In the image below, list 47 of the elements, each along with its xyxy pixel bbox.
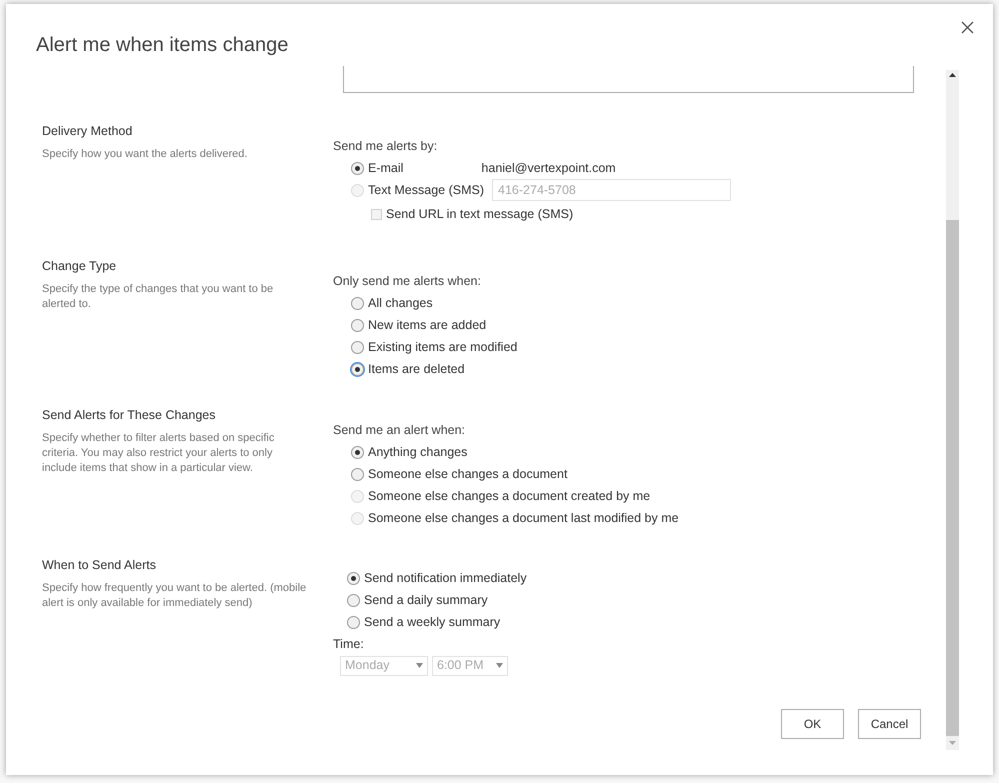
- option-label: Someone else changes a document: [368, 466, 568, 483]
- option-label: Anything changes: [368, 444, 468, 461]
- radio-button[interactable]: [347, 616, 360, 628]
- option-label: Someone else changes a document created by me: [368, 488, 650, 505]
- text-area[interactable]: [343, 66, 914, 93]
- option-label: Existing items are modified: [368, 338, 518, 356]
- scroll-up-icon[interactable]: [949, 73, 956, 77]
- radio-button[interactable]: [347, 572, 360, 584]
- scrollbar[interactable]: [946, 70, 959, 750]
- section-description: Specify how frequently you want to be alerted. (mobile alert is only available for immediately send): [42, 580, 308, 611]
- option-label: Items are deleted: [368, 360, 465, 378]
- radio-button[interactable]: [351, 340, 364, 354]
- option-label: All changes: [368, 294, 433, 312]
- option-label: New items are added: [368, 316, 486, 334]
- section-title: Send Alerts for These Changes: [42, 407, 216, 424]
- option-label: Text Message (SMS): [368, 182, 484, 199]
- section-description: Specify how you want the alerts delivered.: [42, 146, 248, 162]
- option-label: Send a daily summary: [364, 592, 488, 609]
- option-label: E-mail: [368, 160, 404, 177]
- radio-button[interactable]: [351, 362, 364, 376]
- dialog-button[interactable]: Cancel: [858, 709, 921, 739]
- prompt-label: Only send me alerts when:: [333, 272, 482, 290]
- option-label: Send a weekly summary: [364, 614, 500, 631]
- email-address: haniel@vertexpoint.com: [481, 160, 616, 177]
- radio-button[interactable]: [351, 446, 364, 458]
- dialog-button[interactable]: OK: [781, 709, 844, 739]
- scroll-down-icon[interactable]: [949, 741, 956, 745]
- radio-button[interactable]: [351, 162, 364, 174]
- checkbox-label: Send URL in text message (SMS): [386, 206, 574, 223]
- radio-button[interactable]: [351, 318, 364, 332]
- section-title: When to Send Alerts: [42, 557, 157, 574]
- radio-button[interactable]: [351, 296, 364, 310]
- radio-button[interactable]: [351, 468, 364, 480]
- caret-icon: [416, 663, 423, 668]
- close-icon[interactable]: [961, 21, 974, 34]
- time-label: Time:: [333, 636, 365, 653]
- section-description: Specify the type of changes that you want to be alerted to.: [42, 282, 274, 312]
- prompt-label: Send me alerts by:: [333, 138, 438, 155]
- option-label: Someone else changes a document last modified by me: [368, 510, 679, 527]
- option-label: Send notification immediately: [364, 570, 527, 587]
- section-title: Delivery Method: [42, 123, 134, 140]
- dialog-title: Alert me when items change: [36, 33, 288, 58]
- prompt-label: Send me an alert when:: [333, 422, 466, 439]
- section-description: Specify whether to filter alerts based on specific criteria. You may also restrict your alerts to only include items that show in a particular view.: [42, 430, 276, 476]
- caret-icon: [496, 663, 503, 668]
- section-title: Change Type: [42, 258, 118, 275]
- radio-button[interactable]: [347, 594, 360, 606]
